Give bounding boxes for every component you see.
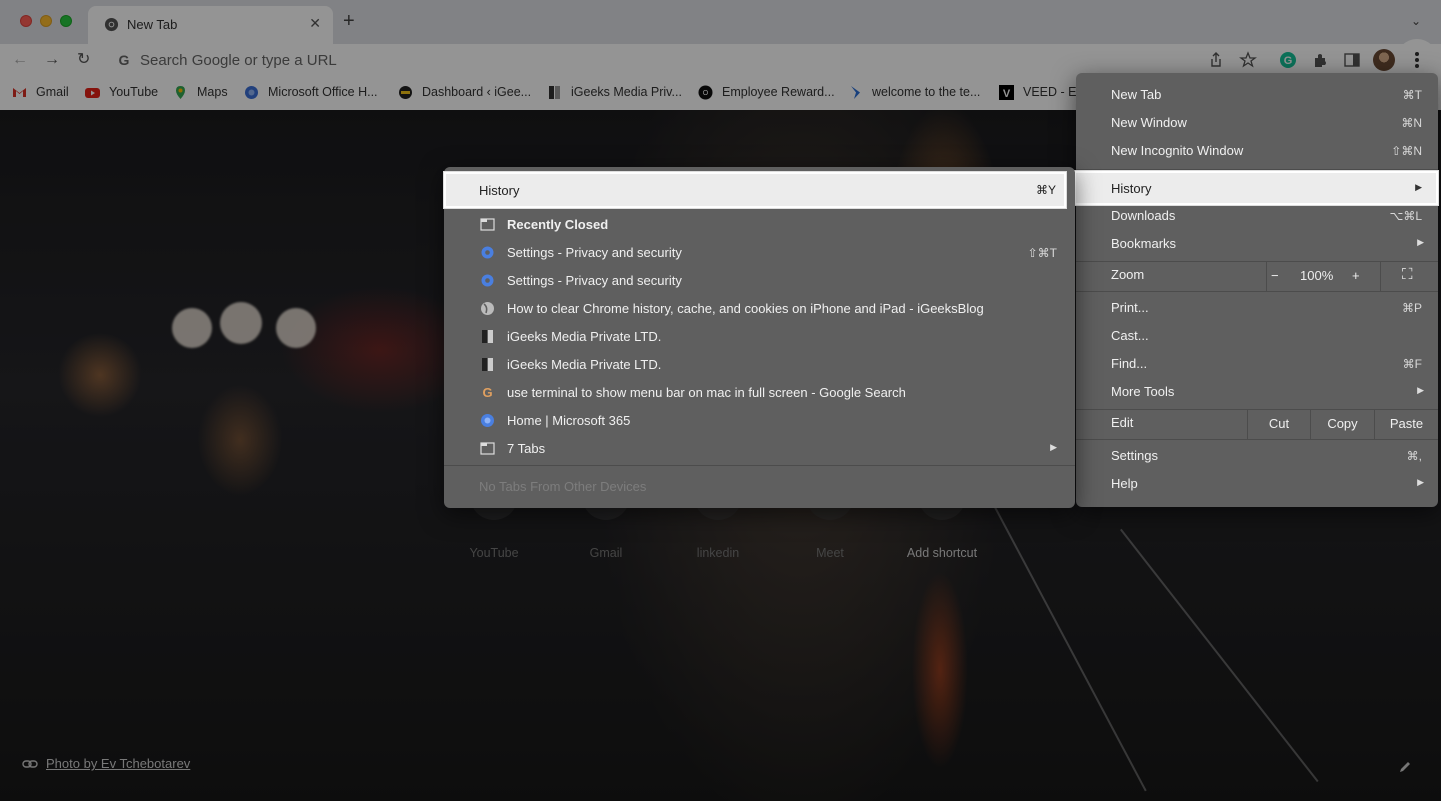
history-item-tab-group[interactable]: 7 Tabs ▶ — [444, 435, 1075, 463]
toolbar: ← → ↻ G G — [0, 41, 1441, 79]
paste-button[interactable]: Paste — [1374, 409, 1438, 439]
menu-more-tools[interactable]: More Tools ▶ — [1076, 378, 1438, 406]
employee-icon: O — [698, 85, 713, 100]
extensions-icon[interactable] — [1310, 50, 1330, 70]
fullscreen-icon[interactable]: ⛶ — [1402, 266, 1413, 283]
submenu-arrow-icon: ▶ — [1417, 477, 1424, 487]
menu-bookmarks[interactable]: Bookmarks ▶ — [1076, 230, 1438, 258]
office-icon — [481, 414, 494, 427]
history-item[interactable]: Settings - Privacy and security ⇧⌘T — [444, 239, 1075, 267]
zoom-out-button[interactable]: − — [1271, 268, 1279, 283]
welcome-icon — [851, 86, 860, 99]
more-vert-icon — [1415, 52, 1419, 56]
veed-icon: V — [999, 85, 1014, 100]
menu-new-tab[interactable]: New Tab ⌘T — [1076, 81, 1438, 109]
history-item[interactable]: G use terminal to show menu bar on mac i… — [444, 379, 1075, 407]
submenu-arrow-icon: ▶ — [1415, 182, 1422, 192]
history-item[interactable]: iGeeks Media Private LTD. — [444, 323, 1075, 351]
customize-pencil-icon[interactable] — [1398, 760, 1412, 774]
tab-new-tab[interactable]: New Tab ✕ — [88, 6, 333, 44]
shortcut-label: YouTube — [469, 546, 519, 560]
menu-find[interactable]: Find... ⌘F — [1076, 350, 1438, 378]
copy-button[interactable]: Copy — [1310, 409, 1374, 439]
svg-text:G: G — [1284, 55, 1293, 67]
omnibox[interactable]: G — [106, 46, 1191, 74]
reload-button[interactable]: ↻ — [77, 50, 90, 70]
tab-strip: New Tab ✕ + ⌄ — [0, 0, 1441, 44]
tab-title: New Tab — [127, 17, 178, 32]
svg-text:V: V — [1003, 88, 1011, 100]
settings-gear-icon — [481, 246, 494, 259]
dashboard-icon — [399, 86, 412, 99]
tab-outline-icon — [480, 218, 495, 231]
side-panel-icon[interactable] — [1342, 50, 1362, 70]
chrome-icon — [104, 17, 119, 32]
menu-history[interactable]: History ▶ — [1074, 171, 1438, 205]
window-maximize-button[interactable] — [60, 15, 72, 27]
svg-text:G: G — [119, 52, 130, 68]
svg-text:G: G — [482, 385, 492, 400]
grammarly-icon[interactable]: G — [1278, 50, 1298, 70]
menu-zoom-row: Zoom − 100% + ⛶ — [1076, 261, 1438, 291]
back-button[interactable]: ← — [12, 50, 28, 70]
forward-button[interactable]: → — [44, 50, 60, 70]
menu-new-window[interactable]: New Window ⌘N — [1076, 109, 1438, 137]
shortcut-label: Add shortcut — [906, 546, 978, 560]
zoom-in-button[interactable]: + — [1352, 268, 1360, 283]
igeeks-icon — [549, 86, 560, 99]
google-icon: G — [482, 385, 492, 400]
folder-icon — [480, 442, 495, 455]
cut-button[interactable]: Cut — [1247, 409, 1310, 439]
youtube-icon — [85, 88, 100, 98]
window-minimize-button[interactable] — [40, 15, 52, 27]
maps-icon — [176, 86, 185, 99]
recently-closed-heading: Recently Closed — [444, 211, 1075, 239]
profile-avatar[interactable] — [1373, 49, 1395, 71]
globe-icon — [481, 302, 494, 315]
link-icon — [22, 760, 38, 768]
history-item[interactable]: How to clear Chrome history, cache, and … — [444, 295, 1075, 323]
menu-new-incognito-window[interactable]: New Incognito Window ⇧⌘N — [1076, 137, 1438, 165]
menu-downloads[interactable]: Downloads ⌥⌘L — [1076, 202, 1438, 230]
igeeks-icon — [482, 330, 493, 343]
chrome-main-menu: New Tab ⌘T New Window ⌘N New Incognito W… — [1074, 73, 1438, 507]
history-submenu-open-history[interactable]: History ⌘Y — [444, 172, 1066, 208]
igeeks-icon — [482, 358, 493, 371]
menu-print[interactable]: Print... ⌘P — [1076, 294, 1438, 322]
gmail-icon — [13, 88, 26, 97]
google-icon: G — [119, 52, 130, 68]
shortcut-label: Meet — [816, 546, 844, 560]
no-tabs-from-other-devices: No Tabs From Other Devices — [479, 479, 647, 494]
background-bokeh — [172, 308, 212, 348]
svg-text:O: O — [703, 90, 709, 97]
menu-settings[interactable]: Settings ⌘, — [1076, 442, 1438, 470]
history-item[interactable]: Home | Microsoft 365 — [444, 407, 1075, 435]
settings-gear-icon — [481, 274, 494, 287]
share-icon[interactable] — [1206, 50, 1226, 70]
tab-search-button[interactable]: ⌄ — [1411, 14, 1421, 28]
submenu-arrow-icon: ▶ — [1417, 385, 1424, 395]
window-close-button[interactable] — [20, 15, 32, 27]
menu-edit-row: Edit Cut Copy Paste — [1076, 409, 1438, 439]
shortcut-label: linkedin — [696, 546, 740, 560]
menu-cast[interactable]: Cast... — [1076, 322, 1438, 350]
office-icon — [245, 86, 258, 99]
new-tab-button[interactable]: + — [343, 11, 355, 31]
shortcut-label: Gmail — [589, 546, 623, 560]
bookmark-star-icon[interactable] — [1238, 50, 1258, 70]
submenu-arrow-icon: ▶ — [1050, 442, 1057, 452]
history-submenu: History ⌘Y Recently Closed Settings - Pr… — [444, 167, 1075, 508]
submenu-arrow-icon: ▶ — [1417, 237, 1424, 247]
zoom-level: 100% — [1300, 268, 1334, 283]
tab-close-button[interactable]: ✕ — [309, 15, 321, 32]
search-input[interactable] — [140, 48, 1040, 72]
history-item[interactable]: iGeeks Media Private LTD. — [444, 351, 1075, 379]
history-item[interactable]: Settings - Privacy and security — [444, 267, 1075, 295]
menu-help[interactable]: Help ▶ — [1076, 470, 1438, 498]
